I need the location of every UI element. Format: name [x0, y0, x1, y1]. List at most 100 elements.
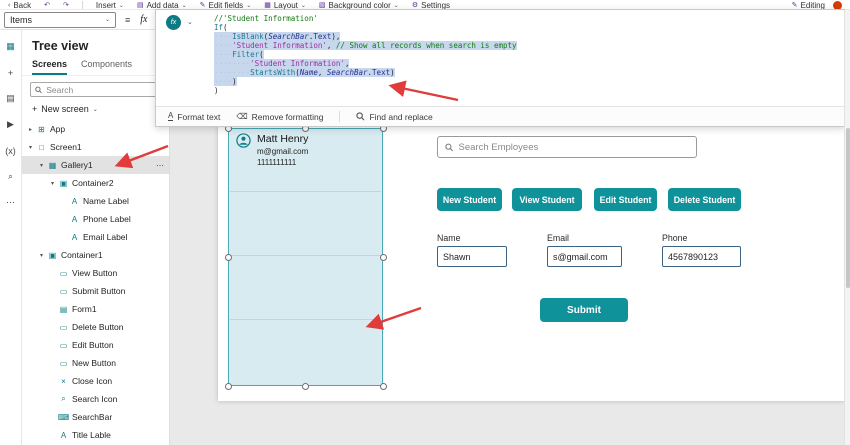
email-label: Email	[547, 233, 569, 243]
form-icon: ▤	[59, 304, 68, 314]
tree-item-submit-button[interactable]: ▭ Submit Button	[22, 282, 169, 300]
more-icon[interactable]: ⋯	[3, 195, 19, 210]
container-icon: ▣	[48, 250, 57, 260]
gallery-icon: ▦	[48, 160, 57, 170]
tree-item-view-button[interactable]: ▭ View Button	[22, 264, 169, 282]
redo-icon: ↷	[63, 2, 69, 9]
button-icon: ▭	[59, 286, 68, 296]
tree-item-close-icon[interactable]: × Close Icon	[22, 372, 169, 390]
tree-item-label: View Button	[72, 268, 118, 278]
chevron-down-icon[interactable]: ▾	[26, 144, 35, 151]
view-student-button[interactable]: View Student	[512, 188, 582, 211]
email-input[interactable]	[547, 246, 622, 267]
chevron-right-icon[interactable]: ▸	[26, 126, 35, 133]
remove-formatting-button[interactable]: ⌫ Remove formatting	[236, 112, 323, 122]
chevron-down-icon[interactable]: ▾	[37, 252, 46, 259]
formula-line-9[interactable]: )	[214, 86, 517, 95]
label-icon: A	[60, 430, 67, 440]
tab-screens[interactable]: Screens	[32, 59, 68, 75]
property-selector-value: Items	[10, 14, 33, 25]
gallery-control[interactable]: Matt Henry m@gmail.com 1111111111	[228, 128, 383, 386]
variables-icon[interactable]: (x)	[3, 143, 19, 158]
vertical-scrollbar[interactable]	[844, 10, 850, 445]
new-student-button[interactable]: New Student	[437, 188, 502, 211]
tree-item-new-button[interactable]: ▭ New Button	[22, 354, 169, 372]
fmt-label: Find and replace	[369, 111, 433, 122]
selection-handle[interactable]	[224, 382, 232, 390]
selection-handle[interactable]	[302, 382, 309, 390]
container-icon: ▣	[59, 178, 68, 188]
tree-item-name-label[interactable]: A Name Label	[22, 192, 169, 210]
chevron-down-icon[interactable]: ▾	[37, 162, 46, 169]
item-more-menu[interactable]: ⋯	[156, 161, 164, 170]
tree-item-title-lable[interactable]: A Title Lable	[22, 426, 169, 444]
formula-menu-icon[interactable]: ≡	[125, 15, 130, 25]
formula-line-3[interactable]: ····IsBlank(SearchBar.Text),	[214, 32, 517, 41]
layout-icon: ▦	[264, 2, 271, 9]
property-selector[interactable]: Items ⌄	[4, 11, 116, 28]
chevron-down-icon[interactable]: ▾	[48, 180, 57, 187]
redo-icon[interactable]: ↷	[63, 0, 69, 10]
tree-search-input[interactable]	[46, 84, 156, 95]
tree-item-email-label[interactable]: A Email Label	[22, 228, 169, 246]
insert-plus-icon[interactable]: +	[3, 65, 19, 80]
tree-view-panel: Tree view Screens Components + New scree…	[22, 30, 170, 445]
tree-item-label: Delete Button	[72, 322, 124, 332]
edit-student-button[interactable]: Edit Student	[594, 188, 657, 211]
close-shape-icon: ×	[61, 376, 66, 386]
chevron-down-icon[interactable]: ⌄	[187, 18, 193, 26]
tree-item-label: Edit Button	[72, 340, 114, 350]
tree-item-search-icon[interactable]: ⌕ Search Icon	[22, 390, 169, 408]
scrollbar-thumb[interactable]	[846, 128, 850, 288]
delete-student-button[interactable]: Delete Student	[668, 188, 741, 211]
formula-line-8[interactable]: ····)	[214, 77, 517, 86]
tree-item-edit-button[interactable]: ▭ Edit Button	[22, 336, 169, 354]
data-icon[interactable]: ▤	[3, 91, 19, 106]
selection-handle[interactable]	[224, 253, 232, 261]
tree-view-icon[interactable]: ▦	[3, 39, 19, 54]
new-screen-label: New screen	[41, 104, 89, 114]
insert-button[interactable]: Insert ⌄	[96, 0, 124, 10]
employee-search-input[interactable]	[458, 141, 689, 153]
phone-input[interactable]	[662, 246, 741, 267]
tree-item-phone-label[interactable]: A Phone Label	[22, 210, 169, 228]
tree-item-form1[interactable]: ▤ Form1	[22, 300, 169, 318]
tree-item-app[interactable]: ▸ ⊞ App	[22, 120, 169, 138]
submit-button[interactable]: Submit	[540, 298, 628, 322]
back-button[interactable]: ‹ Back	[8, 0, 31, 10]
media-icon[interactable]: ▶	[3, 117, 19, 132]
formula-line-4[interactable]: ····'Student Information', // Show all r…	[214, 41, 517, 50]
tree-search[interactable]	[30, 82, 161, 97]
label-icon: A	[71, 232, 78, 242]
name-input[interactable]	[437, 246, 507, 267]
search-icon[interactable]: ⌕	[3, 169, 19, 184]
undo-icon[interactable]: ↶	[44, 0, 50, 10]
toolbar-divider	[81, 1, 83, 9]
new-screen-button[interactable]: + New screen ⌄	[22, 100, 169, 118]
formula-line-6[interactable]: ········'Student Information',	[214, 59, 517, 68]
selection-handle[interactable]	[379, 253, 387, 261]
find-replace-button[interactable]: Find and replace	[356, 111, 433, 122]
formula-line-5[interactable]: ····Filter(	[214, 50, 517, 59]
tree-item-searchbar[interactable]: ⌨ SearchBar	[22, 408, 169, 426]
tree-item-screen1[interactable]: ▾ □ Screen1	[22, 138, 169, 156]
tree-item-label: Title Lable	[72, 430, 111, 440]
button-icon: ▭	[59, 340, 68, 350]
employee-search-box[interactable]	[437, 136, 697, 158]
button-icon: ▭	[59, 322, 68, 332]
tree-item-container1[interactable]: ▾ ▣ Container1	[22, 246, 169, 264]
label-icon: A	[71, 214, 78, 224]
selection-handle[interactable]	[379, 382, 387, 390]
tab-components[interactable]: Components	[81, 59, 132, 75]
formula-line-1[interactable]: //'Student Information'	[214, 14, 517, 23]
tree-item-delete-button[interactable]: ▭ Delete Button	[22, 318, 169, 336]
canvas-artboard[interactable]: Matt Henry m@gmail.com 1111111111 New St…	[218, 124, 845, 401]
formula-code[interactable]: //'Student Information' If(····IsBlank(Se…	[214, 14, 517, 95]
formula-line-7[interactable]: ········StartsWith(Name, SearchBar.Text)	[214, 68, 517, 77]
formula-line-2[interactable]: If(	[214, 23, 517, 32]
button-icon: ▭	[59, 358, 68, 368]
tree-item-gallery1[interactable]: ▾ ▦ Gallery1 ⋯	[22, 156, 169, 174]
fmt-label: Remove formatting	[251, 111, 324, 122]
format-text-button[interactable]: A Format text	[168, 112, 220, 122]
tree-item-container2[interactable]: ▾ ▣ Container2	[22, 174, 169, 192]
